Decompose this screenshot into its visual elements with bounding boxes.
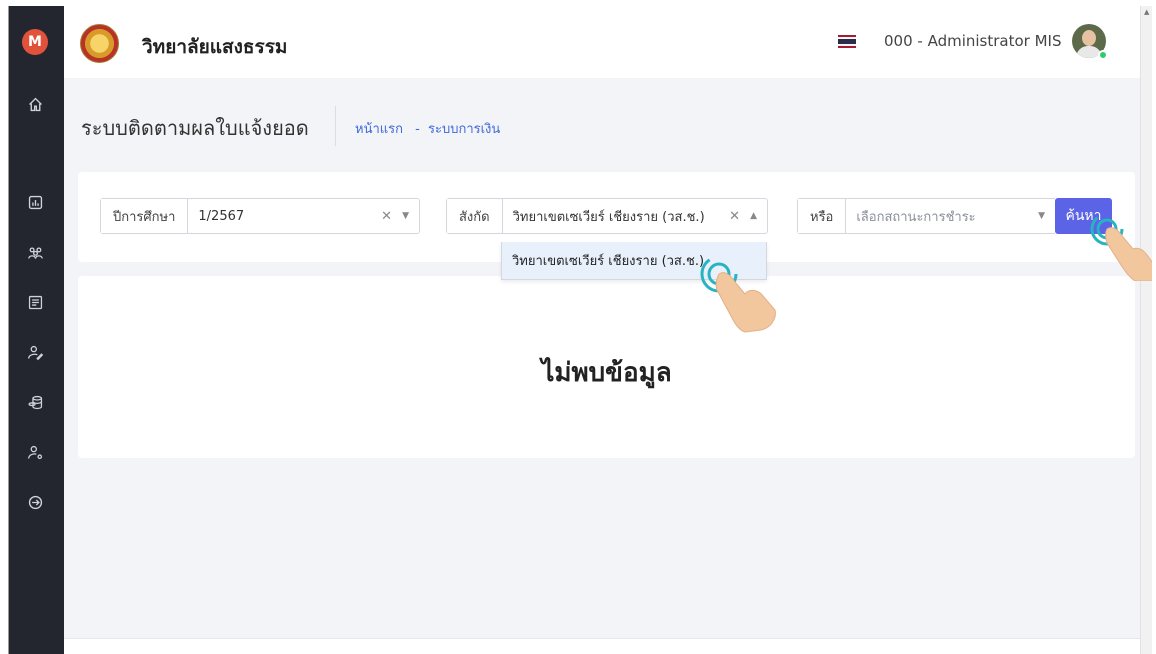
no-data-message: ไม่พบข้อมูล [541, 358, 672, 388]
chevron-up-icon[interactable]: ▲ [750, 211, 757, 221]
user-edit-icon[interactable] [23, 340, 47, 364]
school-crest-logo [80, 24, 119, 63]
affiliation-filter: สังกัด วิทยาเขตเซเวียร์ เชียงราย (วส.ช.)… [446, 198, 768, 234]
thai-flag-icon[interactable] [838, 35, 856, 49]
title-divider [335, 106, 336, 146]
chevron-down-icon[interactable]: ▼ [402, 211, 409, 221]
tap-hand-icon [700, 255, 776, 333]
scroll-up-icon[interactable]: ▲ [1144, 8, 1149, 16]
app-logo[interactable]: M [22, 29, 48, 55]
user-name[interactable]: 000 - Administrator MIS [884, 32, 1062, 50]
app-window: M วิทยาลัยแสงธรรม 000 - Administrator MI… [8, 6, 1152, 654]
payment-status-filter: หรือ เลือกสถานะการชำระ ▼ [797, 198, 1055, 234]
breadcrumb-home-link[interactable]: หน้าแรก [355, 122, 403, 137]
footer [64, 638, 1152, 654]
tap-hand-icon [1090, 212, 1152, 281]
breadcrumb: หน้าแรก - ระบบการเงิน [355, 118, 500, 139]
payment-status-label: หรือ [798, 199, 847, 233]
top-header: วิทยาลัยแสงธรรม 000 - Administrator MIS [64, 6, 1152, 78]
online-status-indicator [1098, 50, 1108, 60]
logout-icon[interactable] [23, 490, 47, 514]
report-icon[interactable] [23, 190, 47, 214]
school-name: วิทยาลัยแสงธรรม [142, 36, 288, 58]
breadcrumb-separator: - [415, 122, 420, 137]
clear-icon[interactable]: ✕ [729, 209, 740, 224]
users-icon[interactable] [23, 240, 47, 264]
list-icon[interactable] [23, 290, 47, 314]
home-icon[interactable] [23, 92, 47, 116]
user-settings-icon[interactable] [23, 440, 47, 464]
vertical-scrollbar[interactable]: ▲ [1140, 6, 1152, 654]
breadcrumb-finance-link[interactable]: ระบบการเงิน [428, 122, 500, 137]
payment-status-select[interactable]: เลือกสถานะการชำระ [846, 199, 1038, 233]
academic-year-label: ปีการศึกษา [101, 199, 189, 233]
sidebar: M [9, 6, 64, 654]
result-card: ไม่พบข้อมูล [78, 276, 1135, 458]
coins-icon[interactable] [23, 390, 47, 414]
academic-year-filter: ปีการศึกษา 1/2567 ✕ ▼ [100, 198, 420, 234]
affiliation-label: สังกัด [447, 199, 503, 233]
academic-year-select[interactable]: 1/2567 [188, 199, 381, 233]
affiliation-select[interactable]: วิทยาเขตเซเวียร์ เชียงราย (วส.ช.) [503, 199, 730, 233]
clear-icon[interactable]: ✕ [381, 209, 392, 224]
page-title: ระบบติดตามผลใบแจ้งยอด [81, 116, 309, 140]
chevron-down-icon[interactable]: ▼ [1038, 211, 1045, 221]
